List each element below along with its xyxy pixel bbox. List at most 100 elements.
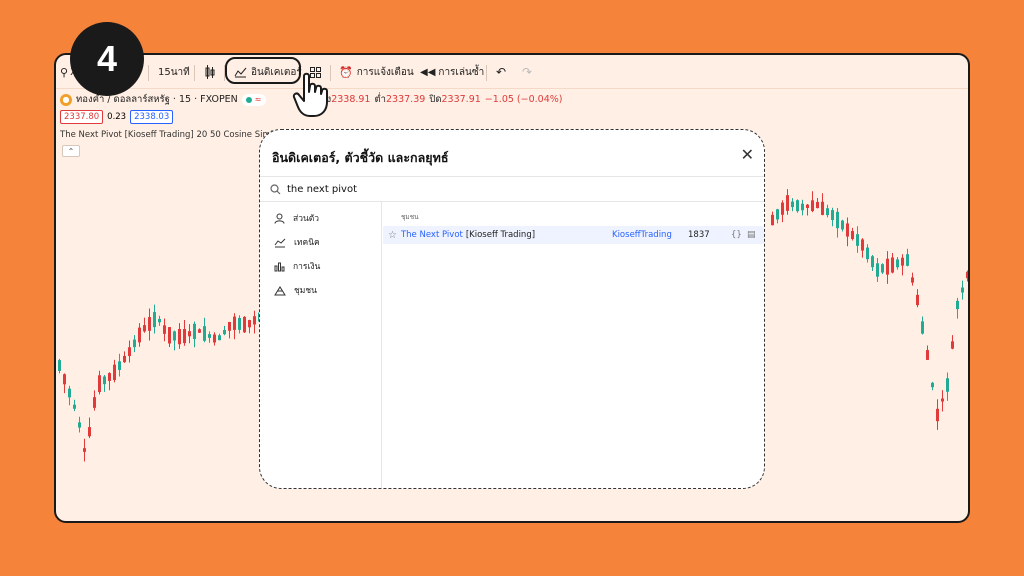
candle-body bbox=[188, 331, 191, 337]
result-author[interactable]: KioseffTrading bbox=[612, 230, 672, 240]
candle-body bbox=[68, 388, 71, 398]
candle-body bbox=[233, 316, 236, 330]
replay-button[interactable]: ◀◀ การเล่นซ้ำ bbox=[420, 55, 484, 89]
candle-body bbox=[88, 427, 91, 437]
source-code-icon[interactable]: {} bbox=[731, 230, 742, 240]
nav-label: เทคนิค bbox=[294, 238, 320, 248]
bid-ask-box: 2337.80 0.23 2338.03 bbox=[60, 110, 174, 124]
replay-label: การเล่นซ้ำ bbox=[438, 66, 485, 78]
candle-body bbox=[193, 323, 196, 339]
candle-body bbox=[123, 355, 126, 363]
candle-body bbox=[238, 317, 241, 330]
candle-body bbox=[801, 203, 804, 211]
buy-price-button[interactable]: 2338.03 bbox=[130, 110, 174, 124]
nav-label: ชุมชน bbox=[294, 286, 317, 296]
close-label: ปิด bbox=[429, 94, 442, 105]
candle-body bbox=[831, 210, 834, 220]
candle-body bbox=[856, 234, 859, 246]
candle-body bbox=[158, 318, 161, 323]
candle-body bbox=[153, 312, 156, 328]
timeframe-button[interactable]: 15นาที bbox=[158, 55, 190, 89]
nav-item-technical[interactable]: เทคนิค bbox=[260, 230, 381, 254]
candle-body bbox=[881, 264, 884, 273]
spread-value: 0.23 bbox=[107, 112, 127, 122]
search-input[interactable] bbox=[287, 183, 587, 195]
candle-body bbox=[966, 271, 968, 279]
candle-body bbox=[98, 375, 101, 393]
timeframe-label: 15นาที bbox=[158, 66, 190, 78]
candle-body bbox=[93, 397, 96, 408]
candle-body bbox=[916, 294, 919, 306]
undo-icon: ↶ bbox=[496, 65, 507, 79]
gold-coin-icon: ● bbox=[60, 93, 72, 106]
top-toolbar: ⚲ X 15นาที อินดิเคเตอร์ ⏰ การแจ้งเตือน ◀… bbox=[56, 55, 968, 89]
candles-icon bbox=[205, 65, 215, 79]
candle-body bbox=[248, 320, 251, 328]
chart-type-button[interactable] bbox=[204, 55, 216, 89]
candle-body bbox=[78, 422, 81, 428]
nav-item-financial[interactable]: การเงิน bbox=[260, 254, 381, 278]
candle-body bbox=[816, 201, 819, 209]
alerts-button[interactable]: ⏰ การแจ้งเตือน bbox=[339, 55, 414, 89]
result-name[interactable]: The Next Pivot bbox=[401, 230, 463, 240]
candle-body bbox=[163, 325, 166, 334]
candle-body bbox=[851, 231, 854, 239]
candle-body bbox=[118, 361, 121, 370]
close-icon[interactable]: ✕ bbox=[741, 145, 754, 164]
dialog-title: อินดิเคเตอร์, ตัวชี้วัด และกลยุทธ์ bbox=[272, 150, 449, 165]
redo-button[interactable]: ↷ bbox=[522, 55, 532, 89]
candle-body bbox=[108, 373, 111, 381]
result-likes: 1837 bbox=[688, 230, 710, 240]
candle-body bbox=[771, 214, 774, 226]
candle-body bbox=[796, 200, 799, 212]
undo-button[interactable]: ↶ bbox=[496, 55, 506, 89]
candle-body bbox=[203, 326, 206, 341]
candle-body bbox=[821, 201, 824, 215]
replay-icon: ◀◀ bbox=[420, 66, 436, 78]
candle-body bbox=[128, 347, 131, 357]
candle-body bbox=[871, 256, 874, 268]
indicators-dialog: อินดิเคเตอร์, ตัวชี้วัด และกลยุทธ์ ✕ ส่ว… bbox=[259, 129, 765, 489]
market-status-pill[interactable]: ≈ bbox=[241, 93, 266, 106]
star-icon[interactable]: ☆ bbox=[388, 230, 397, 241]
candle-body bbox=[921, 321, 924, 334]
market-open-dot bbox=[245, 96, 252, 103]
mountain-icon bbox=[274, 285, 286, 295]
candle-body bbox=[826, 208, 829, 216]
candle-body bbox=[228, 321, 231, 331]
candle-body bbox=[223, 329, 226, 335]
candle-body bbox=[781, 202, 784, 215]
indicators-button-highlight bbox=[225, 57, 301, 84]
candle-body bbox=[143, 325, 146, 332]
sell-price-button[interactable]: 2337.80 bbox=[60, 110, 104, 124]
candle-body bbox=[886, 258, 889, 275]
low-value: 2337.39 bbox=[386, 94, 426, 105]
change-value: −1.05 (−0.04%) bbox=[484, 94, 563, 105]
pointer-hand-icon bbox=[292, 72, 328, 117]
candle-body bbox=[113, 364, 116, 381]
nav-item-community[interactable]: ชุมชน bbox=[260, 278, 381, 302]
nav-label: ส่วนตัว bbox=[293, 214, 320, 224]
candle-body bbox=[951, 341, 954, 349]
candle-body bbox=[901, 257, 904, 266]
candle-body bbox=[148, 317, 151, 331]
results-pane: ชุมชน ☆ The Next Pivot [Kioseff Trading]… bbox=[383, 202, 764, 488]
indicator-legend[interactable]: The Next Pivot [Kioseff Trading] 20 50 C… bbox=[60, 130, 284, 140]
candle-body bbox=[911, 277, 914, 283]
delay-icon: ≈ bbox=[254, 95, 262, 104]
high-value: 2338.91 bbox=[331, 94, 371, 105]
candle-body bbox=[173, 331, 176, 341]
candle-body bbox=[926, 350, 929, 360]
collapse-legend-button[interactable]: ⌃ bbox=[62, 145, 80, 157]
result-author-tag: [Kioseff Trading] bbox=[465, 230, 536, 240]
candle-body bbox=[786, 195, 789, 211]
candle-body bbox=[138, 327, 141, 343]
candle-body bbox=[866, 247, 869, 260]
document-icon[interactable]: ▤ bbox=[747, 230, 756, 240]
low-label: ต่ำ bbox=[374, 94, 386, 105]
result-row[interactable]: ☆ The Next Pivot [Kioseff Trading] Kiose… bbox=[383, 226, 764, 244]
candle-body bbox=[178, 328, 181, 345]
nav-item-personal[interactable]: ส่วนตัว bbox=[260, 206, 381, 230]
candle-body bbox=[906, 254, 909, 266]
candle-body bbox=[846, 223, 849, 237]
